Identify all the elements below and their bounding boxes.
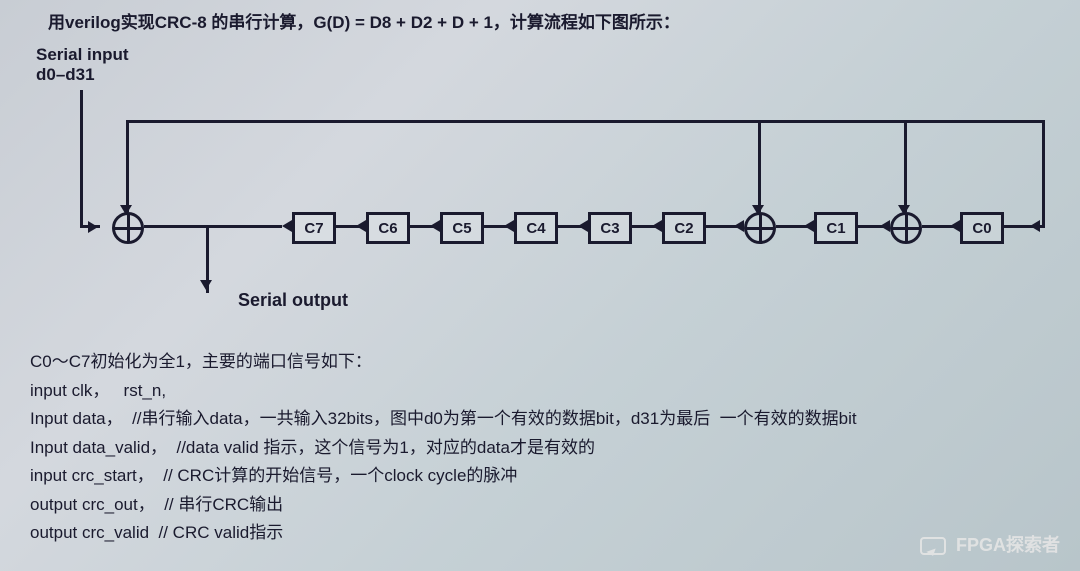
reg-c2: C2 (662, 212, 706, 244)
reg-c4: C4 (514, 212, 558, 244)
arrow-c0 (950, 220, 960, 232)
feedback-down-xorin (126, 120, 129, 212)
port-sig-5: output crc_valid (30, 523, 159, 542)
arrow-feedback-in (1030, 220, 1040, 232)
arrow-c6 (356, 220, 366, 232)
watermark: FPGA探索者 (920, 531, 1060, 557)
input-stub (80, 225, 100, 228)
question-text: 用verilog实现CRC-8 的串行计算，G(D) = D8 + D2 + D… (48, 8, 680, 33)
port-sig-4: output crc_out， (30, 495, 164, 514)
port-row-2: Input data_valid， //data valid 指示，这个信号为1… (30, 434, 857, 463)
serial-input-line1: Serial input (36, 45, 129, 65)
port-comment-1: //串行输入data，一共输入32bits，图中d0为第一个有效的数据bit，d… (132, 409, 857, 428)
arrow-xor1 (880, 220, 890, 232)
port-row-4: output crc_out， // 串行CRC输出 (30, 491, 857, 520)
watermark-text: FPGA探索者 (956, 531, 1060, 557)
reg-c7: C7 (292, 212, 336, 244)
port-comment-5: // CRC valid指示 (159, 523, 284, 542)
arrow-c5 (430, 220, 440, 232)
serial-input-line2: d0–d31 (36, 65, 129, 85)
port-comment-3: // CRC计算的开始信号，一个clock cycle的脉冲 (163, 466, 517, 485)
arrow-c3 (578, 220, 588, 232)
reg-c3: C3 (588, 212, 632, 244)
crc-diagram: C7 C6 C5 C4 C3 C2 C1 C0 (30, 90, 1052, 290)
port-sig-0: input clk， rst_n, (30, 381, 166, 400)
port-row-5: output crc_valid // CRC valid指示 (30, 519, 857, 548)
port-sig-3: input crc_start， (30, 466, 163, 485)
reg-c5: C5 (440, 212, 484, 244)
seg-xorin-c7 (144, 225, 282, 228)
tap-down-xor2 (758, 120, 761, 212)
tap-down-xor1 (904, 120, 907, 212)
reg-c1: C1 (814, 212, 858, 244)
feedback-top (126, 120, 1045, 123)
arrow-c4 (504, 220, 514, 232)
wechat-icon (920, 533, 946, 555)
xor-input (112, 212, 144, 244)
arrow-c2 (652, 220, 662, 232)
port-row-0: input clk， rst_n, (30, 377, 857, 406)
port-row-1: Input data， //串行输入data，一共输入32bits，图中d0为第… (30, 405, 857, 434)
port-sig-1: Input data， (30, 409, 132, 428)
arrow-xor2 (734, 220, 744, 232)
arrow-tap-xor2 (752, 205, 764, 215)
arrow-c7 (282, 220, 292, 232)
output-arrowdown (200, 280, 212, 290)
arrow-c1 (804, 220, 814, 232)
reg-c6: C6 (366, 212, 410, 244)
xor-tap-c2 (744, 212, 776, 244)
ports-block: C0～C7初始化为全1，主要的端口信号如下： input clk， rst_n,… (30, 348, 857, 548)
xor-tap-c1 (890, 212, 922, 244)
arrow-fb-xorin (120, 205, 132, 215)
ports-header: C0～C7初始化为全1，主要的端口信号如下： (30, 348, 857, 377)
input-drop-line (80, 90, 83, 225)
port-comment-4: // 串行CRC输出 (164, 495, 283, 514)
port-sig-2: Input data_valid， (30, 438, 176, 457)
port-comment-2: //data valid 指示，这个信号为1，对应的data才是有效的 (176, 438, 594, 457)
port-row-3: input crc_start， // CRC计算的开始信号，一个clock c… (30, 462, 857, 491)
serial-output-label: Serial output (238, 290, 348, 311)
arrow-tap-xor1 (898, 205, 910, 215)
serial-input-label: Serial input d0–d31 (36, 45, 129, 86)
feedback-up (1042, 120, 1045, 228)
reg-c0: C0 (960, 212, 1004, 244)
